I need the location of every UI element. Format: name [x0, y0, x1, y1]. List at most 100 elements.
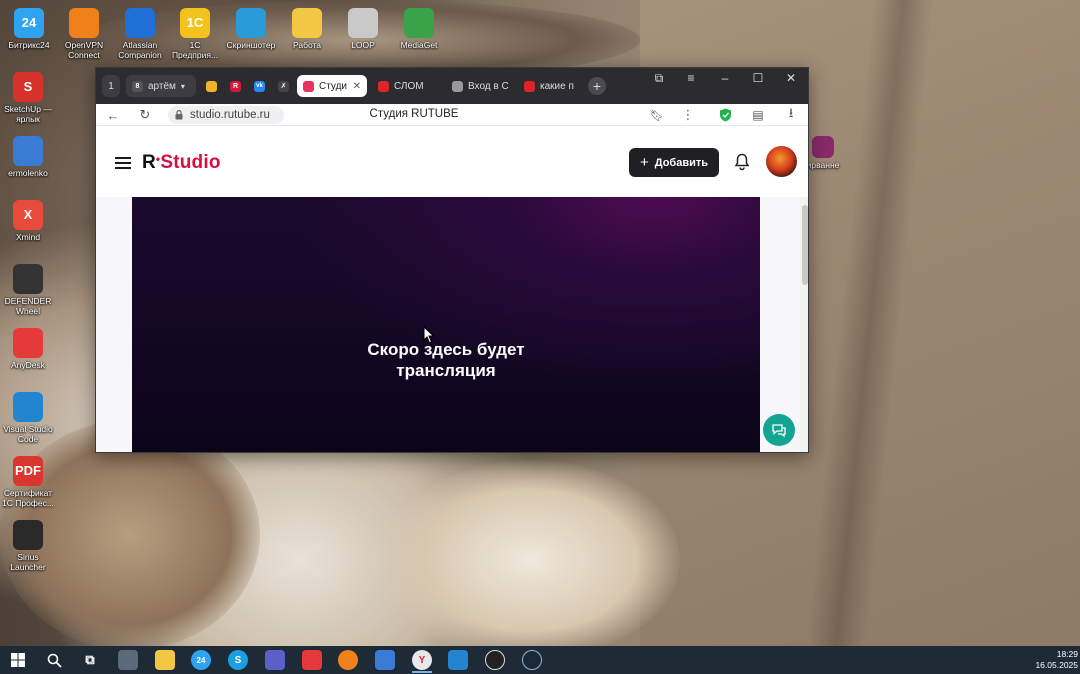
network-app-icon[interactable]: [375, 650, 395, 670]
collections-icon[interactable]: ▤: [749, 106, 767, 124]
profile-name: артём: [148, 80, 176, 92]
lock-icon: [175, 110, 183, 120]
skype-icon[interactable]: S: [228, 650, 248, 670]
desktop-icon-label: DEFENDER Wheel: [4, 296, 52, 316]
star-icon: [206, 80, 217, 92]
reload-icon[interactable]: ↻: [136, 106, 154, 124]
chevron-down-icon: ▾: [180, 81, 185, 91]
tab-studio-active[interactable]: Студи ✕: [297, 75, 367, 97]
desktop-icon[interactable]: LOOP: [336, 8, 390, 50]
app-icon: S: [13, 72, 43, 102]
file-explorer-icon[interactable]: [155, 650, 175, 670]
vscode-icon[interactable]: [448, 650, 468, 670]
tab-profile[interactable]: 8 артём ▾: [126, 75, 196, 97]
windows-start-icon[interactable]: [8, 650, 28, 670]
desktop-icon-label: MediaGet: [400, 40, 438, 50]
desktop-icon-label: AnyDesk: [10, 360, 45, 370]
app-icon: X: [13, 200, 43, 230]
desktop-icon[interactable]: 1С 1С Предприя...: [168, 8, 222, 60]
rutube-studio-logo[interactable]: R•Studio: [142, 152, 221, 174]
url-field[interactable]: studio.rutube.ru: [168, 106, 284, 124]
tab-label: какие п: [540, 80, 574, 92]
close-icon[interactable]: ✕: [353, 81, 361, 92]
desktop-icon-label: Битрикс24: [8, 40, 50, 50]
mouse-cursor-icon: [423, 326, 435, 344]
desktop-icon-label: Работа: [292, 40, 322, 50]
minimize-button[interactable]: –: [710, 68, 740, 88]
taskbar-clock[interactable]: 18:29 16.05.2025: [1024, 649, 1078, 671]
scroll-thumb[interactable]: [802, 205, 808, 285]
tab-label: СЛОМ: [394, 80, 424, 92]
desktop-icon-label: SketchUp — ярлык: [4, 104, 52, 124]
desktop-icon[interactable]: MediaGet: [392, 8, 446, 50]
download-icon[interactable]: ⭳: [782, 105, 800, 124]
tab-search-icon[interactable]: ⧉: [644, 68, 674, 88]
tab-youtube[interactable]: СЛОМ: [372, 75, 436, 97]
address-bar: ← ↻ studio.rutube.ru Студия RUTUBE 🔖︎ ⋮ …: [96, 104, 808, 126]
back-arrow-icon[interactable]: ←: [104, 106, 122, 124]
desktop-icon[interactable]: AnyDesk: [0, 328, 56, 370]
search-icon[interactable]: [44, 650, 64, 670]
desktop-icon[interactable]: Скриншотер: [224, 8, 278, 50]
app-icon: [13, 520, 43, 550]
stream-player[interactable]: Скоро здесь будет трансляция: [132, 197, 760, 452]
app-icon: [348, 8, 378, 38]
tab-counter[interactable]: 1: [102, 75, 120, 97]
teams-icon[interactable]: [265, 650, 285, 670]
add-button-label: Добавить: [654, 156, 709, 169]
app-icon: [13, 328, 43, 358]
tab-pinned-x[interactable]: ✗: [274, 75, 294, 97]
desktop-icon[interactable]: Sirius Launcher: [0, 520, 56, 572]
anydesk-icon[interactable]: [302, 650, 322, 670]
shield-icon[interactable]: [716, 106, 734, 124]
desktop-icon[interactable]: OpenVPN Connect: [57, 8, 111, 60]
tab-pinned-vk[interactable]: vk: [250, 75, 270, 97]
bookmark-icon[interactable]: 🔖︎: [648, 106, 666, 124]
tab-yandex[interactable]: какие п: [518, 75, 582, 97]
app-icon: [125, 8, 155, 38]
support-chat-button[interactable]: [763, 414, 795, 446]
player-message: Скоро здесь будет трансляция: [367, 340, 525, 380]
desktop-icon-label: Sirius Launcher: [10, 552, 46, 572]
openvpn-icon[interactable]: [338, 650, 358, 670]
tab-pinned-rutube[interactable]: R: [226, 75, 246, 97]
add-button[interactable]: + Добавить: [629, 148, 719, 177]
steam-icon[interactable]: [522, 650, 542, 670]
menu-icon[interactable]: ≡: [676, 68, 706, 88]
bell-icon[interactable]: [734, 153, 750, 171]
page-title: Студия RUTUBE: [369, 108, 459, 120]
logo-r: R: [142, 152, 156, 173]
yandex-icon: [524, 80, 535, 92]
desktop-icon-label: OpenVPN Connect: [64, 40, 104, 60]
tab-label: Студи: [319, 80, 348, 92]
rutube-studio-icon: [303, 80, 314, 92]
taskbar-app-icon[interactable]: [118, 650, 138, 670]
tab-counter-label: 1: [108, 80, 114, 92]
youtube-icon: [378, 80, 389, 92]
yandex-browser-icon[interactable]: Y: [412, 650, 432, 670]
close-window-button[interactable]: ✕: [776, 68, 806, 88]
maximize-button[interactable]: ☐: [743, 68, 773, 88]
app-icon: PDF: [13, 456, 43, 486]
desktop-icon[interactable]: PDF Сертификат 1С Профес...: [0, 456, 56, 508]
app-icon: 1С: [180, 8, 210, 38]
scrollbar[interactable]: [800, 197, 808, 452]
desktop-icon[interactable]: S SketchUp — ярлык: [0, 72, 56, 124]
desktop-icon[interactable]: X Xmind: [0, 200, 56, 242]
more-icon[interactable]: ⋮: [679, 106, 697, 124]
desktop-icon[interactable]: Visual Studio Code: [0, 392, 56, 444]
tab-login[interactable]: Вход в С: [446, 75, 510, 97]
tab-pinned-star[interactable]: [202, 75, 222, 97]
avatar[interactable]: [766, 146, 797, 177]
task-view-icon[interactable]: ⧉: [80, 650, 100, 670]
desktop-icon[interactable]: DEFENDER Wheel: [0, 264, 56, 316]
desktop-icon[interactable]: Работа: [280, 8, 334, 50]
obs-icon[interactable]: [485, 650, 505, 670]
desktop-icon[interactable]: ermolenko: [0, 136, 56, 178]
bitrix24-icon[interactable]: 24: [191, 650, 211, 670]
desktop-icon[interactable]: 24 Битрикс24: [2, 8, 56, 50]
hamburger-menu-icon[interactable]: [115, 157, 131, 169]
desktop-icon-label: 1С Предприя...: [171, 40, 219, 60]
new-tab-button[interactable]: +: [588, 77, 606, 95]
desktop-icon[interactable]: Atlassian Companion: [113, 8, 167, 60]
